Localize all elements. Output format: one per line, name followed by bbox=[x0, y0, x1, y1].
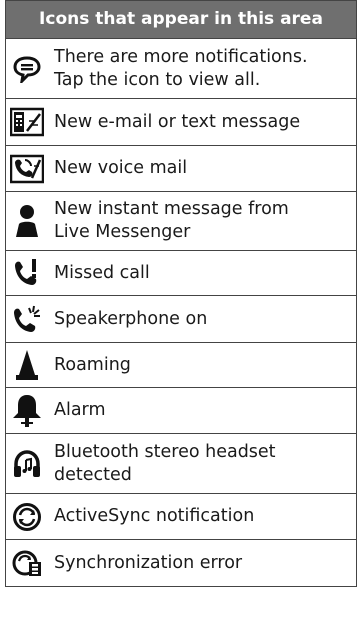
missed-call-icon bbox=[6, 258, 48, 288]
row-sync-error: Synchronization error bbox=[6, 539, 356, 586]
row-activesync: ActiveSync notification bbox=[6, 493, 356, 539]
instant-message-person-icon bbox=[6, 204, 48, 238]
speakerphone-icon bbox=[6, 304, 48, 334]
new-email-text-icon bbox=[6, 107, 48, 137]
row-label: Synchronization error bbox=[54, 552, 243, 573]
row-label: Bluetooth stereo headset detected bbox=[54, 441, 276, 485]
row-label: ActiveSync notification bbox=[54, 506, 255, 526]
more-notifications-icon bbox=[6, 55, 48, 83]
row-new-email: New e-mail or text message bbox=[6, 98, 356, 145]
roaming-icon bbox=[6, 349, 48, 381]
row-label: New voice mail bbox=[54, 158, 188, 178]
voicemail-icon bbox=[6, 154, 48, 184]
alarm-bell-icon bbox=[6, 394, 48, 428]
row-stereo-headset: Bluetooth stereo headset detected bbox=[6, 433, 356, 493]
stereo-headset-icon bbox=[6, 449, 48, 479]
row-missed-call: Missed call bbox=[6, 250, 356, 295]
row-voicemail: New voice mail bbox=[6, 145, 356, 191]
row-label: There are more notifications. Tap the ico… bbox=[54, 46, 308, 90]
row-label: Speakerphone on bbox=[54, 308, 208, 329]
row-speakerphone: Speakerphone on bbox=[6, 295, 356, 342]
row-roaming: Roaming bbox=[6, 342, 356, 387]
row-label: New e-mail or text message bbox=[54, 111, 301, 132]
sync-error-icon bbox=[6, 548, 48, 578]
row-label: Roaming bbox=[54, 354, 131, 375]
activesync-icon bbox=[6, 502, 48, 532]
row-more-notifications: There are more notifications. Tap the ico… bbox=[6, 38, 356, 98]
row-label: Missed call bbox=[54, 262, 150, 283]
icon-legend-table: Icons that appear in this area There are… bbox=[5, 0, 357, 587]
row-alarm: Alarm bbox=[6, 387, 356, 433]
row-instant-message: New instant message from Live Messenger bbox=[6, 191, 356, 250]
row-label: Alarm bbox=[54, 400, 106, 420]
table-header: Icons that appear in this area bbox=[6, 0, 356, 38]
row-label: New instant message from Live Messenger bbox=[54, 199, 289, 242]
